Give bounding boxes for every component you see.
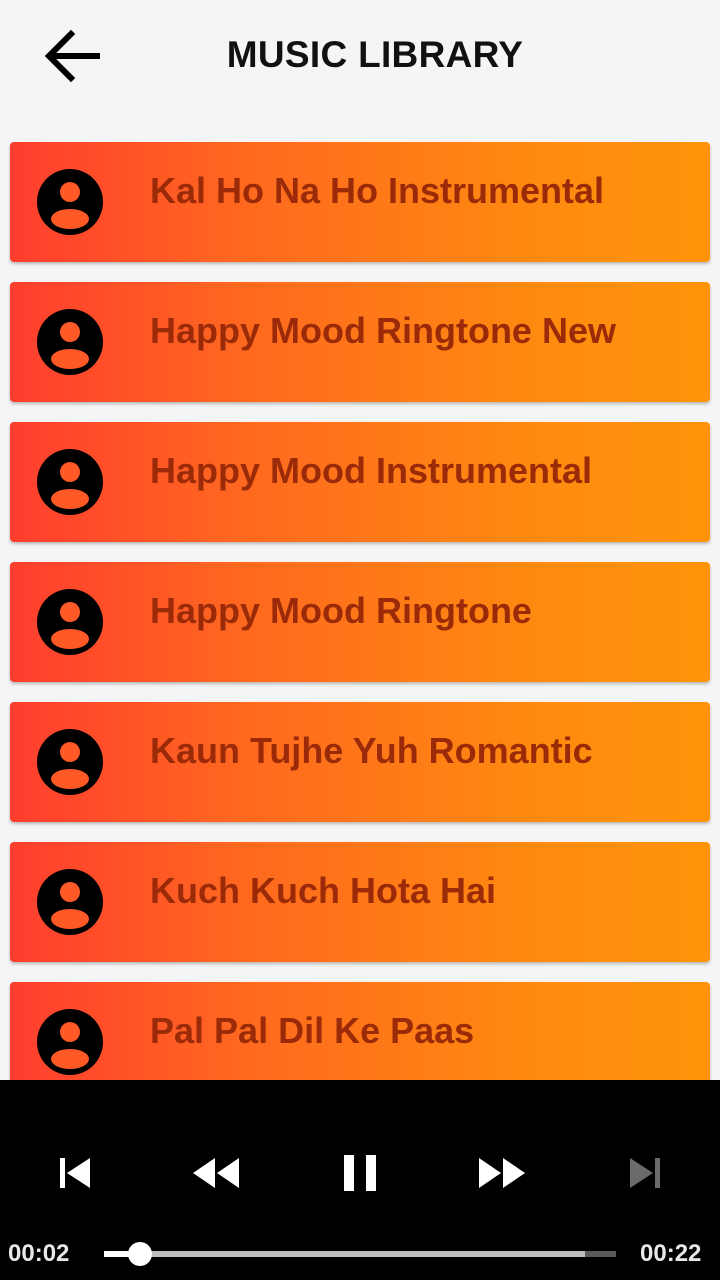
skip-previous-icon: [60, 1158, 90, 1188]
account-circle-icon: [37, 729, 103, 795]
song-item[interactable]: Happy Mood Instrumental: [10, 422, 710, 542]
skip-next-button[interactable]: [608, 1142, 680, 1204]
song-title: Happy Mood Ringtone New: [150, 310, 616, 351]
account-circle-icon: [37, 449, 103, 515]
song-item[interactable]: Pal Pal Dil Ke Paas: [10, 982, 710, 1080]
song-title: Happy Mood Instrumental: [150, 450, 593, 491]
seek-thumb[interactable]: [127, 1242, 152, 1266]
rewind-button[interactable]: [180, 1142, 252, 1204]
pause-button[interactable]: [324, 1142, 396, 1204]
seek-buffered: [104, 1251, 586, 1257]
song-item[interactable]: Kuch Kuch Hota Hai: [10, 842, 710, 962]
song-title: Kuch Kuch Hota Hai: [150, 870, 497, 911]
skip-previous-button[interactable]: [40, 1142, 112, 1204]
rewind-icon: [193, 1158, 239, 1188]
media-player-bar: 00:02 00:22: [0, 1080, 720, 1280]
song-title: Kaun Tujhe Yuh Romantic: [150, 730, 593, 771]
skip-next-icon: [630, 1158, 660, 1188]
song-item[interactable]: Kal Ho Na Ho Instrumental: [10, 142, 710, 262]
account-circle-icon: [37, 309, 103, 375]
total-duration: 00:22: [640, 1240, 702, 1267]
song-title: Kal Ho Na Ho Instrumental: [150, 170, 605, 211]
song-item[interactable]: Happy Mood Ringtone: [10, 562, 710, 682]
fast-forward-button[interactable]: [466, 1142, 538, 1204]
account-circle-icon: [37, 169, 103, 235]
song-list[interactable]: Kal Ho Na Ho Instrumental Happy Mood Rin…: [0, 142, 720, 1080]
app-bar: MUSIC LIBRARY: [0, 0, 720, 116]
account-circle-icon: [37, 1009, 103, 1075]
song-title: Happy Mood Ringtone: [150, 590, 532, 631]
account-circle-icon: [37, 869, 103, 935]
account-circle-icon: [37, 589, 103, 655]
song-item[interactable]: Happy Mood Ringtone New: [10, 282, 710, 402]
page-title: MUSIC LIBRARY: [226, 34, 524, 75]
song-title: Pal Pal Dil Ke Paas: [150, 1010, 475, 1051]
pause-icon: [344, 1155, 376, 1191]
elapsed-time: 00:02: [8, 1240, 70, 1267]
song-item[interactable]: Kaun Tujhe Yuh Romantic: [10, 702, 710, 822]
fast-forward-icon: [479, 1158, 525, 1188]
seek-bar[interactable]: [104, 1242, 616, 1266]
